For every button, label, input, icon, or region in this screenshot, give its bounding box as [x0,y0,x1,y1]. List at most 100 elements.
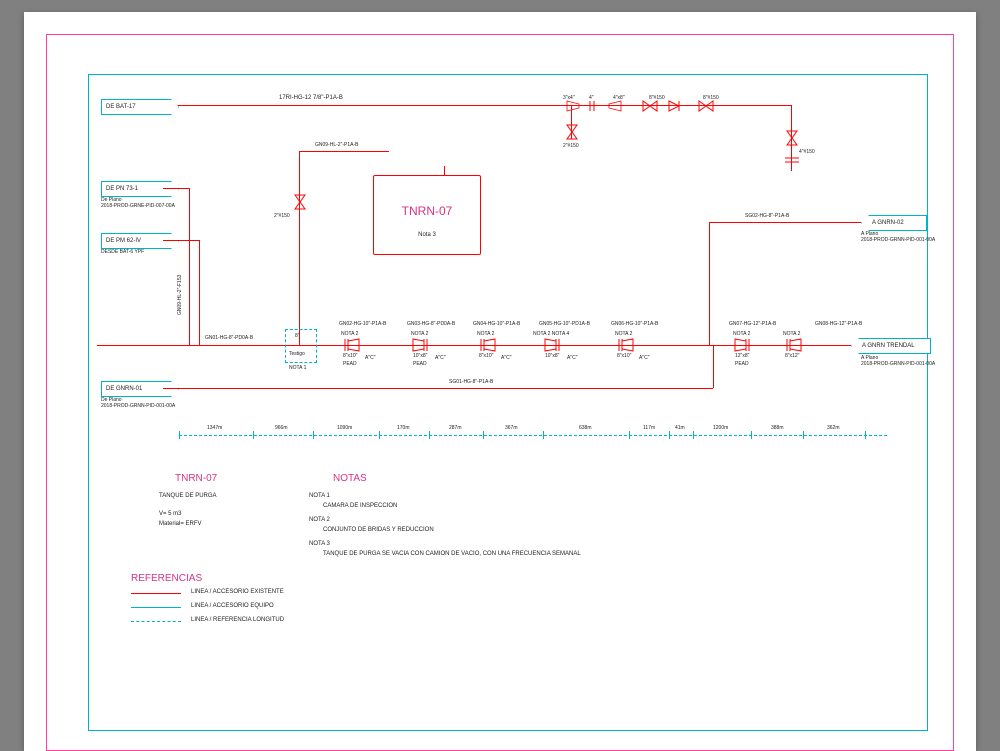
distance-label: 1347m [207,425,222,431]
tag-sub: 2018-PROD-GRNN-PID-001-00A [101,403,175,409]
right-branch-label: SG02-HG-8"-P1A-B [745,213,789,219]
distance-tick [543,431,544,439]
stub-pn73 [163,188,189,189]
tag-de-bat-17: DE BAT-17 [101,99,179,115]
distance-tick [483,431,484,439]
seg-note: NOTA 2 [477,331,494,337]
valve-icon [643,99,657,113]
seg-note: NOTA 2 [733,331,750,337]
drop-pm62 [199,240,200,345]
seg-size: 10"x8" [413,353,427,359]
tag-de-gnrn: DE GNRN-01 [101,381,179,397]
page: 17RI-HG-12 7/8"-P1A-B 3"x4" 4" 4"x8" 8"#… [0,0,1000,751]
distance-tick [693,431,694,439]
distance-tick [179,431,180,439]
nota-3-header: NOTA 3 [309,541,330,547]
tag-sub: 2018-PROD-GRNN-PID-001-00A [861,361,935,367]
notas-header: NOTAS [333,473,367,484]
valve-icon [699,99,713,113]
tank-tnrn-07: TNRN-07 Nota 3 [373,175,481,255]
seg-size: 8"x12" [785,353,799,359]
tag-label: DE PM 62-IV [106,238,141,244]
distance-tick [751,431,752,439]
distance-label: 388m [771,425,784,431]
sheet: 17RI-HG-12 7/8"-P1A-B 3"x4" 4" 4"x8" 8"#… [24,12,976,751]
nota-2-header: NOTA 2 [309,517,330,523]
tank-feed-v [299,151,300,345]
tank-valve-size: 2"#150 [274,213,290,219]
ref-3: LINEA / REFERENCIA LONGITUD [191,617,284,623]
seg-size: 8"x10" [617,353,631,359]
main-line-start-label: GN01-HG-8"-PD0A-B [205,335,253,341]
legend-line-dashed [131,621,181,623]
info-vol: V= 5 m3 [159,511,182,517]
distance-label: 41m [675,425,685,431]
tag-label: DE GNRN-01 [106,386,142,392]
top-line-label: 17RI-HG-12 7/8"-P1A-B [279,95,343,101]
distance-tick [429,431,430,439]
tag-a-gnrn-trendal: A GNRN TRENDAL [851,338,931,354]
nota-2-text: CONJUNTO DE BRIDAS Y REDUCCION [323,527,434,533]
seg-tag: GN03-HG-8"-PD0A-B [407,321,455,327]
bottom-return-label: SG01-HG-8"-P1A-B [449,379,493,385]
flange-reducer-icon [413,339,429,351]
seg-note: NOTA 2 [411,331,428,337]
distance-label: 362m [827,425,840,431]
distance-label: 966m [275,425,288,431]
tag-label: A GNRN-02 [872,220,904,226]
nota-1-text: CAMARA DE INSPECCION [323,503,397,509]
tag-label: A GNRN TRENDAL [862,343,915,349]
distance-tick [803,431,804,439]
distance-tick [669,431,670,439]
seg-size: 8"x10" [479,353,493,359]
testigo-size: 8" [295,333,300,339]
seg-size: 10"x8" [545,353,559,359]
seg-flag: A"C" [567,355,578,361]
seg-tag: GN07-HG-12"-P1A-B [729,321,776,327]
flange-icon [587,101,597,111]
seg-flag: A"C" [501,355,512,361]
distance-label: 170m [397,425,410,431]
seg-note: NOTA 2 [615,331,632,337]
distance-label: 117m [643,425,655,431]
nota-1-header: NOTA 1 [309,493,330,499]
testigo-note: NOTA 1 [289,365,306,371]
info-title: TNRN-07 [175,473,217,484]
valve-icon [785,131,799,145]
tag-a-gnrn: A GNRN-02 [861,215,927,231]
drop-pn73 [189,188,190,345]
flange-reducer-icon [343,339,359,351]
distance-tick [865,431,866,439]
flange-reducer-icon [617,339,633,351]
info-desc: TANQUE DE PURGA [159,493,217,499]
legend-line-red [131,593,181,594]
top-line [165,105,791,106]
seg-note: NOTA 2 [783,331,800,337]
inner-border: 17RI-HG-12 7/8"-P1A-B 3"x4" 4" 4"x8" 8"#… [88,74,928,731]
seg-size: 12"x8" [735,353,749,359]
top-drop1-size: 2"#150 [563,143,579,149]
seg-flag: A"C" [639,355,650,361]
distance-tick [313,431,314,439]
pid-diagram: 17RI-HG-12 7/8"-P1A-B 3"x4" 4" 4"x8" 8"#… [89,75,927,730]
valve-icon [565,125,579,139]
distance-label: 367m [505,425,518,431]
bottom-return [163,388,713,389]
distance-tick [253,431,254,439]
seg-mat: PEAD [343,361,357,367]
right-branch-h [709,222,861,223]
tank-id: TNRN-07 [374,204,480,218]
tank-note: Nota 3 [374,232,480,238]
valve-icon [293,195,307,209]
distance-label: 1200m [713,425,728,431]
right-branch-v [709,222,710,345]
stub-pm62 [163,240,199,241]
vertical-line-label: GN09-HL-2"-F153 [177,275,183,315]
check-valve-icon [669,99,683,113]
reducer-icon [609,101,621,111]
seg-mat: PEAD [413,361,427,367]
testigo-label: Testigo [289,351,305,357]
info-mat: Material= ERFV [159,521,202,527]
flange-reducer-icon [735,339,751,351]
tag-sub: 2018-PROD-GRNN-PID-001-00A [861,237,935,243]
